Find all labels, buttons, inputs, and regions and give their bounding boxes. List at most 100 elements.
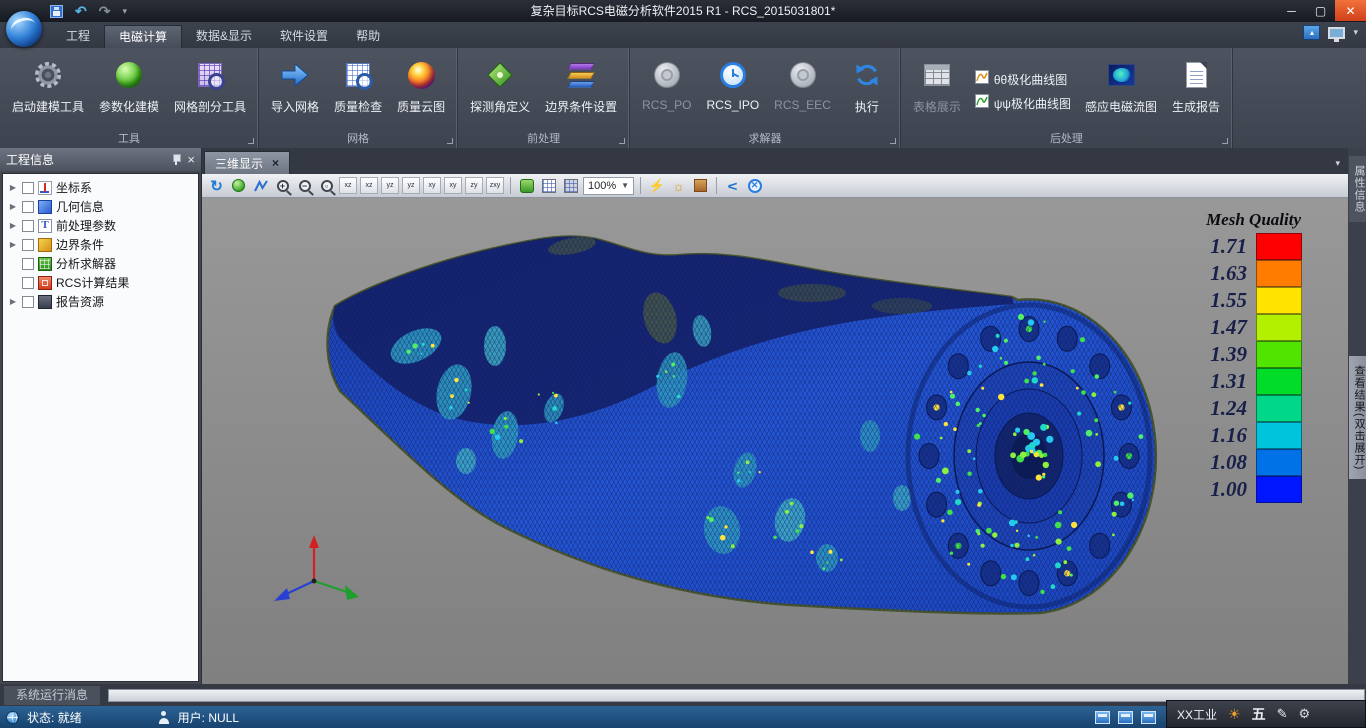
import-mesh-button[interactable]: 导入网格 <box>264 51 326 131</box>
light-icon[interactable]: ☼ <box>669 176 688 195</box>
tab-em-computation[interactable]: 电磁计算 <box>104 25 182 48</box>
tab-project[interactable]: 工程 <box>52 25 104 48</box>
tab-software-settings[interactable]: 软件设置 <box>266 25 342 48</box>
polyline-measure-icon[interactable] <box>251 176 270 195</box>
display-icon[interactable] <box>1328 27 1345 39</box>
induced-current-map-button[interactable]: 感应电磁流图 <box>1078 51 1164 131</box>
toolbar-separator <box>716 177 717 194</box>
tree-item-geometry-info[interactable]: ▶ 几何信息 <box>3 197 198 216</box>
shaded-green-icon[interactable] <box>517 176 536 195</box>
wireframe-grid-icon[interactable] <box>539 176 558 195</box>
mesh-partition-tools-button[interactable]: 网格剖分工具 <box>167 51 253 131</box>
tray-window-icon[interactable] <box>1095 711 1110 724</box>
curve-buttons-stack: θθ极化曲线图 ψψ极化曲线图 <box>969 51 1077 131</box>
view-orientation-button[interactable]: zxy <box>486 177 504 194</box>
save-icon[interactable] <box>50 5 63 18</box>
checkbox[interactable] <box>22 277 34 289</box>
material-box-icon[interactable] <box>691 176 710 195</box>
corner-dropdown-icon[interactable]: ▾ <box>1353 27 1358 38</box>
flash-render-icon[interactable]: ⚡ <box>647 176 666 195</box>
tree-item-rcs-results[interactable]: RCS计算结果 <box>3 273 198 292</box>
checkbox[interactable] <box>22 220 34 232</box>
quality-check-button[interactable]: 质量检查 <box>327 51 389 131</box>
button-label: 表格展示 <box>913 98 961 115</box>
view-orientation-button[interactable]: xy <box>423 177 441 194</box>
ime-mode-indicator[interactable]: 五 <box>1252 704 1266 724</box>
zoom-window-icon[interactable]: ▫ <box>317 176 336 195</box>
close-button[interactable]: ✕ <box>1335 0 1366 21</box>
expand-arrow-icon[interactable]: ▶ <box>8 221 18 230</box>
tab-list-dropdown-icon[interactable]: ▾ <box>1335 158 1340 169</box>
expand-arrow-icon[interactable]: ▶ <box>8 202 18 211</box>
checkbox[interactable] <box>22 296 34 308</box>
close-tab-icon[interactable]: × <box>272 156 279 170</box>
view-orientation-button[interactable]: xz <box>339 177 357 194</box>
tree-item-analysis-solver[interactable]: 分析求解器 <box>3 254 198 273</box>
orbit-rotate-icon[interactable]: ↻ <box>207 176 226 195</box>
property-info-vertical-tab[interactable]: 属性信息 <box>1349 156 1366 222</box>
boundary-condition-settings-button[interactable]: 边界条件设置 <box>538 51 624 131</box>
maximize-button[interactable]: ▢ <box>1306 0 1335 21</box>
parametric-modeling-button[interactable]: 参数化建模 <box>92 51 166 131</box>
cancel-view-icon[interactable]: ✕ <box>745 176 764 195</box>
tab-3d-display[interactable]: 三维显示 × <box>204 151 290 174</box>
group-label-postprocess: 后处理 <box>901 131 1232 148</box>
generate-report-button[interactable]: 生成报告 <box>1165 51 1227 131</box>
tree-item-coordinate-system[interactable]: ▶ 坐标系 <box>3 178 198 197</box>
checkbox[interactable] <box>22 182 34 194</box>
pen-icon[interactable]: ✎ <box>1277 706 1288 722</box>
launch-modeling-tools-button[interactable]: 启动建模工具 <box>5 51 91 131</box>
close-panel-icon[interactable]: × <box>187 153 195 166</box>
view-orientation-button[interactable]: zy <box>465 177 483 194</box>
rcs-ipo-button[interactable]: RCS_IPO <box>699 51 766 131</box>
project-info-panel: 工程信息 × ▶ 坐标系 ▶ 几何信息 ▶ 前处理参数 <box>0 148 202 684</box>
theta-polarization-curve-button[interactable]: θθ极化曲线图 <box>975 70 1071 89</box>
probe-angle-define-button[interactable]: 探测角定义 <box>463 51 537 131</box>
tab-help[interactable]: 帮助 <box>342 25 394 48</box>
mesh-grid-icon[interactable] <box>561 176 580 195</box>
project-panel-header: 工程信息 × <box>0 148 201 171</box>
shaded-mode-icon[interactable] <box>229 176 248 195</box>
expand-arrow-icon[interactable]: ▶ <box>8 297 18 306</box>
execute-button[interactable]: 执行 <box>839 51 895 131</box>
redo-icon[interactable]: ↷ <box>99 3 111 20</box>
checkbox[interactable] <box>22 258 34 270</box>
tree-item-report-resources[interactable]: ▶ 报告资源 <box>3 292 198 311</box>
rcs-po-button[interactable]: RCS_PO <box>635 51 698 131</box>
table-display-button[interactable]: 表格展示 <box>906 51 968 131</box>
tray-window-icon[interactable] <box>1118 711 1133 724</box>
view-results-vertical-tab[interactable]: 查看结果(双击展开) <box>1349 356 1366 479</box>
checkbox[interactable] <box>22 201 34 213</box>
system-messages-tab[interactable]: 系统运行消息 <box>4 686 100 705</box>
zoom-out-icon[interactable]: − <box>295 176 314 195</box>
button-label: 探测角定义 <box>470 98 530 115</box>
view-orientation-button[interactable]: yz <box>402 177 420 194</box>
rcs-eec-button[interactable]: RCS_EEC <box>767 51 838 131</box>
pin-icon[interactable] <box>171 153 181 166</box>
tray-window-icon[interactable] <box>1141 711 1156 724</box>
psi-polarization-curve-button[interactable]: ψψ极化曲线图 <box>975 94 1071 113</box>
tree-item-preprocess-params[interactable]: ▶ 前处理参数 <box>3 216 198 235</box>
minimize-button[interactable]: ─ <box>1277 0 1306 21</box>
legend-value: 1.71 <box>1210 234 1247 259</box>
zoom-level-select[interactable]: 100% ▼ <box>583 177 634 195</box>
expand-arrow-icon[interactable]: ▶ <box>8 240 18 249</box>
button-label: 边界条件设置 <box>545 98 617 115</box>
tab-data-display[interactable]: 数据&显示 <box>182 25 266 48</box>
view-orientation-button[interactable]: xy <box>444 177 462 194</box>
share-export-icon[interactable]: < <box>721 176 744 195</box>
3d-viewport[interactable]: Mesh Quality 1.71 1.63 1.55 1.47 1.39 1.… <box>202 198 1348 684</box>
quality-cloud-map-button[interactable]: 质量云图 <box>390 51 452 131</box>
zoom-in-icon[interactable]: + <box>273 176 292 195</box>
tree-item-boundary-conditions[interactable]: ▶ 边界条件 <box>3 235 198 254</box>
view-orientation-button[interactable]: yz <box>381 177 399 194</box>
checkbox[interactable] <box>22 239 34 251</box>
quick-access-dropdown-icon[interactable]: ▾ <box>122 6 127 17</box>
ime-logo-icon[interactable]: ☀ <box>1228 706 1241 723</box>
minimize-ribbon-icon[interactable]: ▴ <box>1303 25 1320 40</box>
ime-settings-gear-icon[interactable]: ⚙ <box>1298 706 1310 722</box>
view-orientation-button[interactable]: xz <box>360 177 378 194</box>
undo-icon[interactable]: ↶ <box>75 3 87 20</box>
application-logo[interactable] <box>6 11 42 47</box>
expand-arrow-icon[interactable]: ▶ <box>8 183 18 192</box>
